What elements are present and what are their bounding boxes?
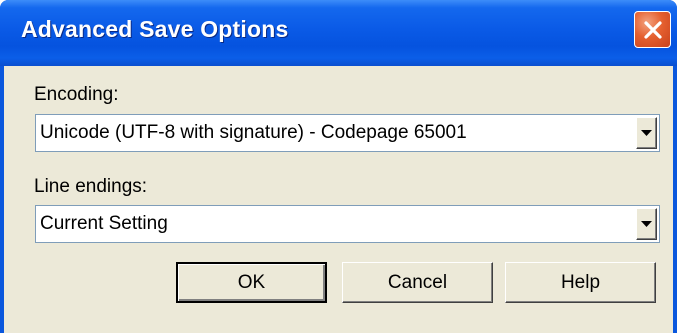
line-endings-label: Line endings:	[34, 176, 148, 197]
dialog-body: Encoding: Unicode (UTF-8 with signature)…	[4, 66, 673, 333]
cancel-button[interactable]: Cancel	[342, 262, 493, 303]
line-endings-dropdown-button[interactable]	[636, 208, 657, 240]
help-button-label: Help	[560, 271, 601, 293]
encoding-select[interactable]: Unicode (UTF-8 with signature) - Codepag…	[35, 114, 660, 152]
encoding-dropdown-button[interactable]	[636, 117, 657, 149]
close-button[interactable]	[634, 11, 671, 48]
chevron-down-icon	[641, 124, 652, 142]
help-button[interactable]: Help	[505, 262, 656, 303]
ok-button-label: OK	[237, 271, 266, 293]
ok-button[interactable]: OK	[176, 262, 327, 303]
line-endings-select[interactable]: Current Setting	[35, 205, 660, 243]
window-title: Advanced Save Options	[21, 16, 289, 42]
encoding-label: Encoding:	[34, 84, 119, 105]
cancel-button-label: Cancel	[387, 271, 448, 293]
title-bar[interactable]: Advanced Save Options	[0, 0, 677, 66]
close-icon	[643, 20, 663, 40]
line-endings-value: Current Setting	[40, 213, 168, 234]
chevron-down-icon	[641, 215, 652, 233]
encoding-value: Unicode (UTF-8 with signature) - Codepag…	[40, 122, 467, 143]
dialog-window: Advanced Save Options Encoding: Unicode …	[0, 0, 677, 333]
